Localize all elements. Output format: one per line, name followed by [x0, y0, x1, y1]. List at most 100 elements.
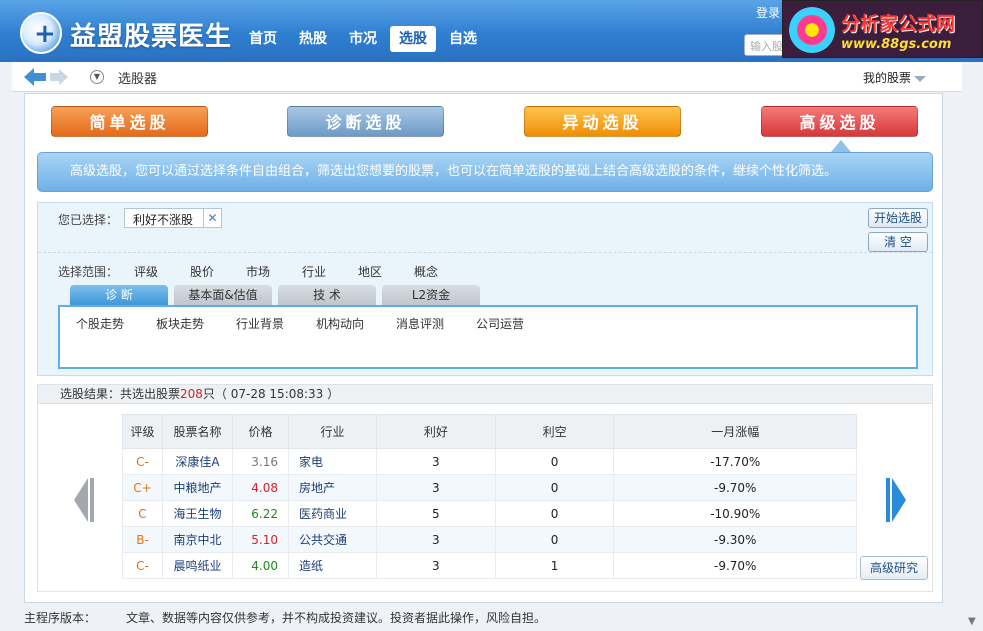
stock-name-link[interactable]: 海王生物: [162, 500, 233, 527]
callout-pointer: [831, 140, 851, 152]
scroll-down-arrow-icon[interactable]: ▼: [968, 616, 976, 627]
rating-cell: C-: [122, 448, 163, 475]
subtab-diagnosis[interactable]: 诊 断: [70, 285, 168, 305]
cond-stock-trend[interactable]: 个股走势: [76, 315, 124, 332]
login-link[interactable]: 登录: [756, 4, 780, 21]
disclaimer: 文章、数据等内容仅供参考，并不构成投资建议。投资者据此操作，风险自担。: [126, 611, 547, 625]
industry-cell: 造纸: [288, 552, 377, 579]
tab-diagnosis-pick[interactable]: 诊断选股: [287, 106, 444, 137]
month-change-cell: -9.70%: [613, 552, 857, 579]
stock-name-link[interactable]: 中粮地产: [162, 474, 233, 501]
toolbar: ▼ 选股器 我的股票: [12, 62, 962, 92]
cond-industry-background[interactable]: 行业背景: [236, 315, 284, 332]
result-summary: 选股结果：共选出股票208只（ 07-28 15:08:33 ）: [37, 384, 933, 404]
range-concept[interactable]: 概念: [414, 263, 438, 280]
my-stocks-dropdown[interactable]: 我的股票: [863, 69, 926, 86]
bad-news-cell: 0: [494, 500, 615, 527]
app-header: + 益盟股票医生 首页 热股 市况 选股 自选 登录 输入股票 分析家公式网 w…: [0, 0, 983, 62]
advanced-research-button[interactable]: 高级研究: [860, 556, 928, 580]
good-news-cell: 3: [376, 552, 496, 579]
result-table: 评级 股票名称 价格 行业 利好 利空 一月涨幅 C- 深康佳A 3.16 家电…: [122, 414, 857, 579]
good-news-cell: 3: [376, 448, 496, 475]
industry-cell: 医药商业: [288, 500, 377, 527]
watermark-flower-icon: [789, 7, 835, 53]
divider: [38, 252, 932, 253]
result-suffix: 只（ 07-28 15:08:33 ）: [202, 387, 340, 401]
intro-banner: 高级选股，您可以通过选择条件自由组合，筛选出您想要的股票，也可以在简单选股的基础…: [37, 152, 933, 192]
subtab-fundamentals[interactable]: 基本面&估值: [174, 285, 272, 305]
cond-news-review[interactable]: 消息评测: [396, 315, 444, 332]
col-name[interactable]: 股票名称: [162, 414, 233, 449]
nav-hot-stocks[interactable]: 热股: [290, 26, 336, 52]
app-title: 益盟股票医生: [70, 22, 233, 52]
prev-page-bar[interactable]: [90, 478, 94, 522]
cond-company-operation[interactable]: 公司运营: [476, 315, 524, 332]
col-rating[interactable]: 评级: [122, 414, 163, 449]
table-row[interactable]: B- 南京中北 5.10 公共交通 3 0 -9.30%: [122, 526, 857, 553]
nav-stock-picker[interactable]: 选股: [390, 26, 436, 52]
rating-cell: B-: [122, 526, 163, 553]
table-row[interactable]: C 海王生物 6.22 医药商业 5 0 -10.90%: [122, 500, 857, 527]
subtab-l2-funds[interactable]: L2资金: [382, 285, 480, 305]
bad-news-cell: 1: [494, 552, 615, 579]
month-change-cell: -9.30%: [613, 526, 857, 553]
col-industry[interactable]: 行业: [288, 414, 377, 449]
next-page-bar[interactable]: [886, 478, 890, 522]
watermark-url: www.88gs.com: [841, 37, 952, 52]
stock-name-link[interactable]: 南京中北: [162, 526, 233, 553]
industry-cell: 房地产: [288, 474, 377, 501]
close-icon[interactable]: ✕: [203, 209, 221, 227]
month-change-cell: -9.70%: [613, 474, 857, 501]
bad-news-cell: 0: [494, 526, 615, 553]
price-cell: 6.22: [232, 500, 289, 527]
month-change-cell: -10.90%: [613, 500, 857, 527]
tab-advanced-pick[interactable]: 高级选股: [761, 106, 918, 137]
prev-page-arrow-icon[interactable]: [74, 478, 88, 522]
start-pick-button[interactable]: 开始选股: [868, 208, 928, 228]
table-row[interactable]: C- 晨鸣纸业 4.00 造纸 3 1 -9.70%: [122, 552, 857, 579]
col-bad-news[interactable]: 利空: [494, 414, 615, 449]
stock-name-link[interactable]: 深康佳A: [162, 448, 233, 475]
selected-condition-chip: 利好不涨股 ✕: [124, 208, 222, 228]
app-logo-icon: +: [20, 12, 62, 54]
stock-picker-panel: 简单选股 诊断选股 异动选股 高级选股 高级选股，您可以通过选择条件自由组合，筛…: [24, 93, 943, 603]
chevron-down-icon: [914, 75, 926, 82]
table-row[interactable]: C+ 中粮地产 4.08 房地产 3 0 -9.70%: [122, 474, 857, 501]
range-market[interactable]: 市场: [246, 263, 270, 280]
tab-movement-pick[interactable]: 异动选股: [524, 106, 681, 137]
cond-sector-trend[interactable]: 板块走势: [156, 315, 204, 332]
range-price[interactable]: 股价: [190, 263, 214, 280]
chip-label: 利好不涨股: [133, 213, 194, 227]
tab-simple-pick[interactable]: 简单选股: [51, 106, 208, 137]
nav-home[interactable]: 首页: [240, 26, 286, 52]
table-row[interactable]: C- 深康佳A 3.16 家电 3 0 -17.70%: [122, 448, 857, 475]
back-arrow-icon[interactable]: [24, 68, 46, 86]
sub-condition-box: 个股走势 板块走势 行业背景 机构动向 消息评测 公司运营: [58, 305, 918, 369]
clear-button[interactable]: 清 空: [868, 232, 928, 252]
range-label: 选择范围：: [58, 265, 119, 279]
nav-watchlist[interactable]: 自选: [440, 26, 486, 52]
subtab-technical[interactable]: 技 术: [278, 285, 376, 305]
forward-arrow-icon[interactable]: [50, 68, 68, 86]
col-good-news[interactable]: 利好: [376, 414, 496, 449]
bad-news-cell: 0: [494, 448, 615, 475]
col-price[interactable]: 价格: [232, 414, 289, 449]
col-month-change[interactable]: 一月涨幅: [613, 414, 857, 449]
watermark-title: 分析家公式网: [841, 13, 956, 35]
selection-label: 您已选择：: [58, 213, 119, 227]
range-region[interactable]: 地区: [358, 263, 382, 280]
filter-panel: 您已选择： 利好不涨股 ✕ 开始选股 清 空 选择范围： 评级 股价 市场 行业…: [37, 202, 933, 376]
result-count: 208: [180, 387, 203, 401]
footer: 主程序版本： 文章、数据等内容仅供参考，并不构成投资建议。投资者据此操作，风险自…: [12, 606, 962, 628]
stock-name-link[interactable]: 晨鸣纸业: [162, 552, 233, 579]
table-header-row: 评级 股票名称 价格 行业 利好 利空 一月涨幅: [122, 414, 857, 449]
good-news-cell: 3: [376, 526, 496, 553]
range-rating[interactable]: 评级: [134, 263, 158, 280]
sub-tabs: 诊 断 基本面&估值 技 术 L2资金: [70, 285, 486, 305]
dropdown-icon[interactable]: ▼: [90, 70, 104, 84]
industry-cell: 家电: [288, 448, 377, 475]
cond-institution-moves[interactable]: 机构动向: [316, 315, 364, 332]
next-page-arrow-icon[interactable]: [892, 478, 906, 522]
range-industry[interactable]: 行业: [302, 263, 326, 280]
nav-market[interactable]: 市况: [340, 26, 386, 52]
